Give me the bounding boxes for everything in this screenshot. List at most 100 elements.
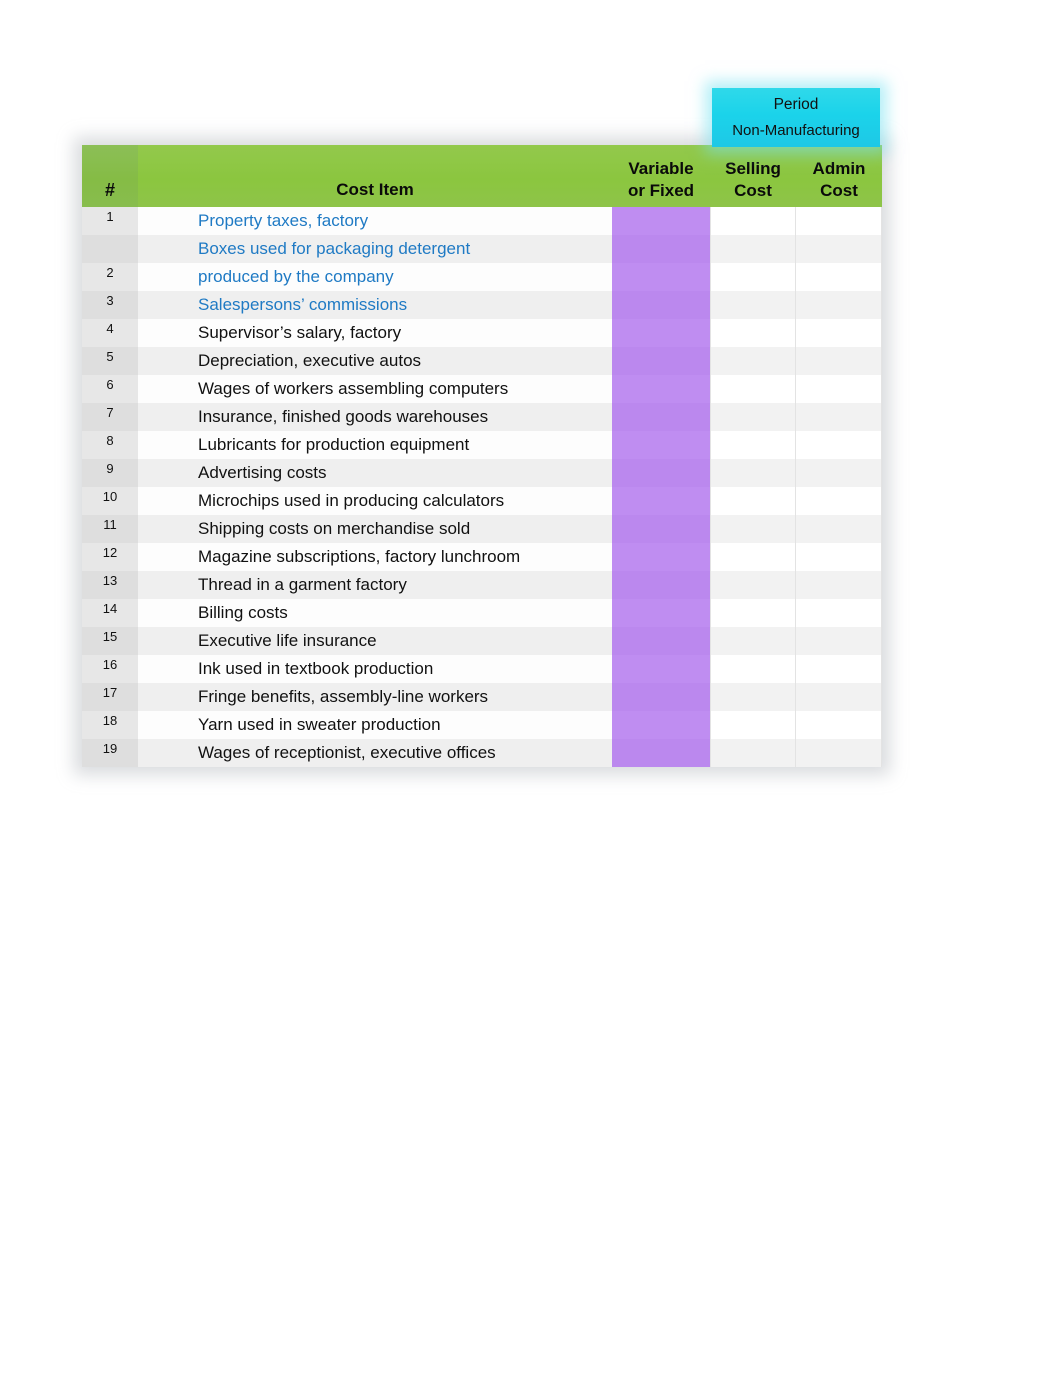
- admin-cost-cell[interactable]: [796, 655, 882, 683]
- variable-or-fixed-cell[interactable]: [612, 739, 710, 767]
- variable-or-fixed-cell[interactable]: [612, 291, 710, 319]
- admin-cost-cell[interactable]: [796, 235, 882, 263]
- admin-cost-cell[interactable]: [796, 291, 882, 319]
- selling-cost-cell[interactable]: [710, 655, 796, 683]
- cost-item-label[interactable]: produced by the company: [138, 263, 612, 291]
- selling-cost-cell[interactable]: [710, 207, 796, 235]
- variable-or-fixed-cell[interactable]: [612, 655, 710, 683]
- table-row[interactable]: 9 Advertising costs: [82, 459, 882, 487]
- variable-or-fixed-cell[interactable]: [612, 627, 710, 655]
- variable-or-fixed-cell[interactable]: [612, 515, 710, 543]
- admin-cost-cell[interactable]: [796, 207, 882, 235]
- selling-cost-cell[interactable]: [710, 683, 796, 711]
- selling-cost-cell[interactable]: [710, 515, 796, 543]
- cost-item-label[interactable]: Property taxes, factory: [138, 207, 612, 235]
- variable-or-fixed-cell[interactable]: [612, 711, 710, 739]
- table-row[interactable]: 19 Wages of receptionist, executive offic…: [82, 739, 882, 767]
- admin-cost-cell[interactable]: [796, 599, 882, 627]
- admin-cost-cell[interactable]: [796, 543, 882, 571]
- cost-item-label: Advertising costs: [138, 459, 612, 487]
- table-row[interactable]: 16 Ink used in textbook production: [82, 655, 882, 683]
- variable-or-fixed-cell[interactable]: [612, 319, 710, 347]
- row-number: 5: [82, 347, 138, 375]
- variable-or-fixed-cell[interactable]: [612, 403, 710, 431]
- table-row[interactable]: 18 Yarn used in sweater production: [82, 711, 882, 739]
- selling-cost-cell[interactable]: [710, 347, 796, 375]
- admin-cost-cell[interactable]: [796, 459, 882, 487]
- admin-cost-cell[interactable]: [796, 711, 882, 739]
- admin-cost-cell[interactable]: [796, 403, 882, 431]
- variable-or-fixed-cell[interactable]: [612, 543, 710, 571]
- variable-or-fixed-cell[interactable]: [612, 599, 710, 627]
- variable-or-fixed-cell[interactable]: [612, 571, 710, 599]
- selling-cost-cell[interactable]: [710, 319, 796, 347]
- table-row[interactable]: 13 Thread in a garment factory: [82, 571, 882, 599]
- variable-or-fixed-cell[interactable]: [612, 375, 710, 403]
- cost-table: # Cost Item Variable or Fixed Selling Co…: [82, 145, 882, 767]
- selling-cost-cell[interactable]: [710, 543, 796, 571]
- table-row[interactable]: 4 Supervisor’s salary, factory: [82, 319, 882, 347]
- admin-cost-cell[interactable]: [796, 487, 882, 515]
- table-row[interactable]: 5 Depreciation, executive autos: [82, 347, 882, 375]
- row-number: 8: [82, 431, 138, 459]
- table-row[interactable]: 17 Fringe benefits, assembly-line workers: [82, 683, 882, 711]
- selling-cost-cell[interactable]: [710, 403, 796, 431]
- cost-item-label[interactable]: Salespersons’ commissions: [138, 291, 612, 319]
- row-number: 13: [82, 571, 138, 599]
- row-number: 9: [82, 459, 138, 487]
- selling-cost-cell[interactable]: [710, 459, 796, 487]
- admin-cost-cell[interactable]: [796, 375, 882, 403]
- admin-cost-cell[interactable]: [796, 515, 882, 543]
- selling-cost-cell[interactable]: [710, 739, 796, 767]
- cost-item-label: Ink used in textbook production: [138, 655, 612, 683]
- cost-item-label[interactable]: Boxes used for packaging detergent: [138, 235, 612, 263]
- variable-or-fixed-cell[interactable]: [612, 487, 710, 515]
- table-row[interactable]: 11 Shipping costs on merchandise sold: [82, 515, 882, 543]
- table-row[interactable]: 10 Microchips used in producing calculato…: [82, 487, 882, 515]
- table-row[interactable]: 3 Salespersons’ commissions: [82, 291, 882, 319]
- cost-item-label: Billing costs: [138, 599, 612, 627]
- table-row[interactable]: 15 Executive life insurance: [82, 627, 882, 655]
- row-number: 1: [82, 207, 138, 235]
- table-row[interactable]: 6 Wages of workers assembling computers: [82, 375, 882, 403]
- selling-cost-cell[interactable]: [710, 263, 796, 291]
- selling-cost-line-1: Selling: [725, 159, 781, 178]
- table-row[interactable]: 12 Magazine subscriptions, factory lunchr…: [82, 543, 882, 571]
- selling-cost-cell[interactable]: [710, 431, 796, 459]
- table-row[interactable]: Boxes used for packaging detergent: [82, 235, 882, 263]
- selling-cost-cell[interactable]: [710, 599, 796, 627]
- table-row[interactable]: 2 produced by the company: [82, 263, 882, 291]
- variable-or-fixed-cell[interactable]: [612, 347, 710, 375]
- cost-table-container: # Cost Item Variable or Fixed Selling Co…: [82, 145, 882, 767]
- table-row[interactable]: 14 Billing costs: [82, 599, 882, 627]
- admin-cost-cell[interactable]: [796, 347, 882, 375]
- variable-or-fixed-cell[interactable]: [612, 235, 710, 263]
- selling-cost-cell[interactable]: [710, 571, 796, 599]
- variable-or-fixed-cell[interactable]: [612, 263, 710, 291]
- variable-or-fixed-cell[interactable]: [612, 459, 710, 487]
- admin-cost-cell[interactable]: [796, 627, 882, 655]
- row-number: 4: [82, 319, 138, 347]
- admin-cost-cell[interactable]: [796, 263, 882, 291]
- selling-cost-cell[interactable]: [710, 235, 796, 263]
- column-header-variable-or-fixed: Variable or Fixed: [612, 145, 710, 207]
- selling-cost-cell[interactable]: [710, 711, 796, 739]
- variable-or-fixed-cell[interactable]: [612, 207, 710, 235]
- row-number: 6: [82, 375, 138, 403]
- admin-cost-cell[interactable]: [796, 319, 882, 347]
- selling-cost-cell[interactable]: [710, 487, 796, 515]
- selling-cost-cell[interactable]: [710, 375, 796, 403]
- variable-or-fixed-cell[interactable]: [612, 683, 710, 711]
- admin-cost-cell[interactable]: [796, 431, 882, 459]
- row-number: 16: [82, 655, 138, 683]
- variable-or-fixed-cell[interactable]: [612, 431, 710, 459]
- table-row[interactable]: 1 Property taxes, factory: [82, 207, 882, 235]
- selling-cost-cell[interactable]: [710, 291, 796, 319]
- selling-cost-cell[interactable]: [710, 627, 796, 655]
- cost-item-label: Lubricants for production equipment: [138, 431, 612, 459]
- admin-cost-cell[interactable]: [796, 683, 882, 711]
- table-row[interactable]: 8 Lubricants for production equipment: [82, 431, 882, 459]
- admin-cost-cell[interactable]: [796, 739, 882, 767]
- table-row[interactable]: 7 Insurance, finished goods warehouses: [82, 403, 882, 431]
- admin-cost-cell[interactable]: [796, 571, 882, 599]
